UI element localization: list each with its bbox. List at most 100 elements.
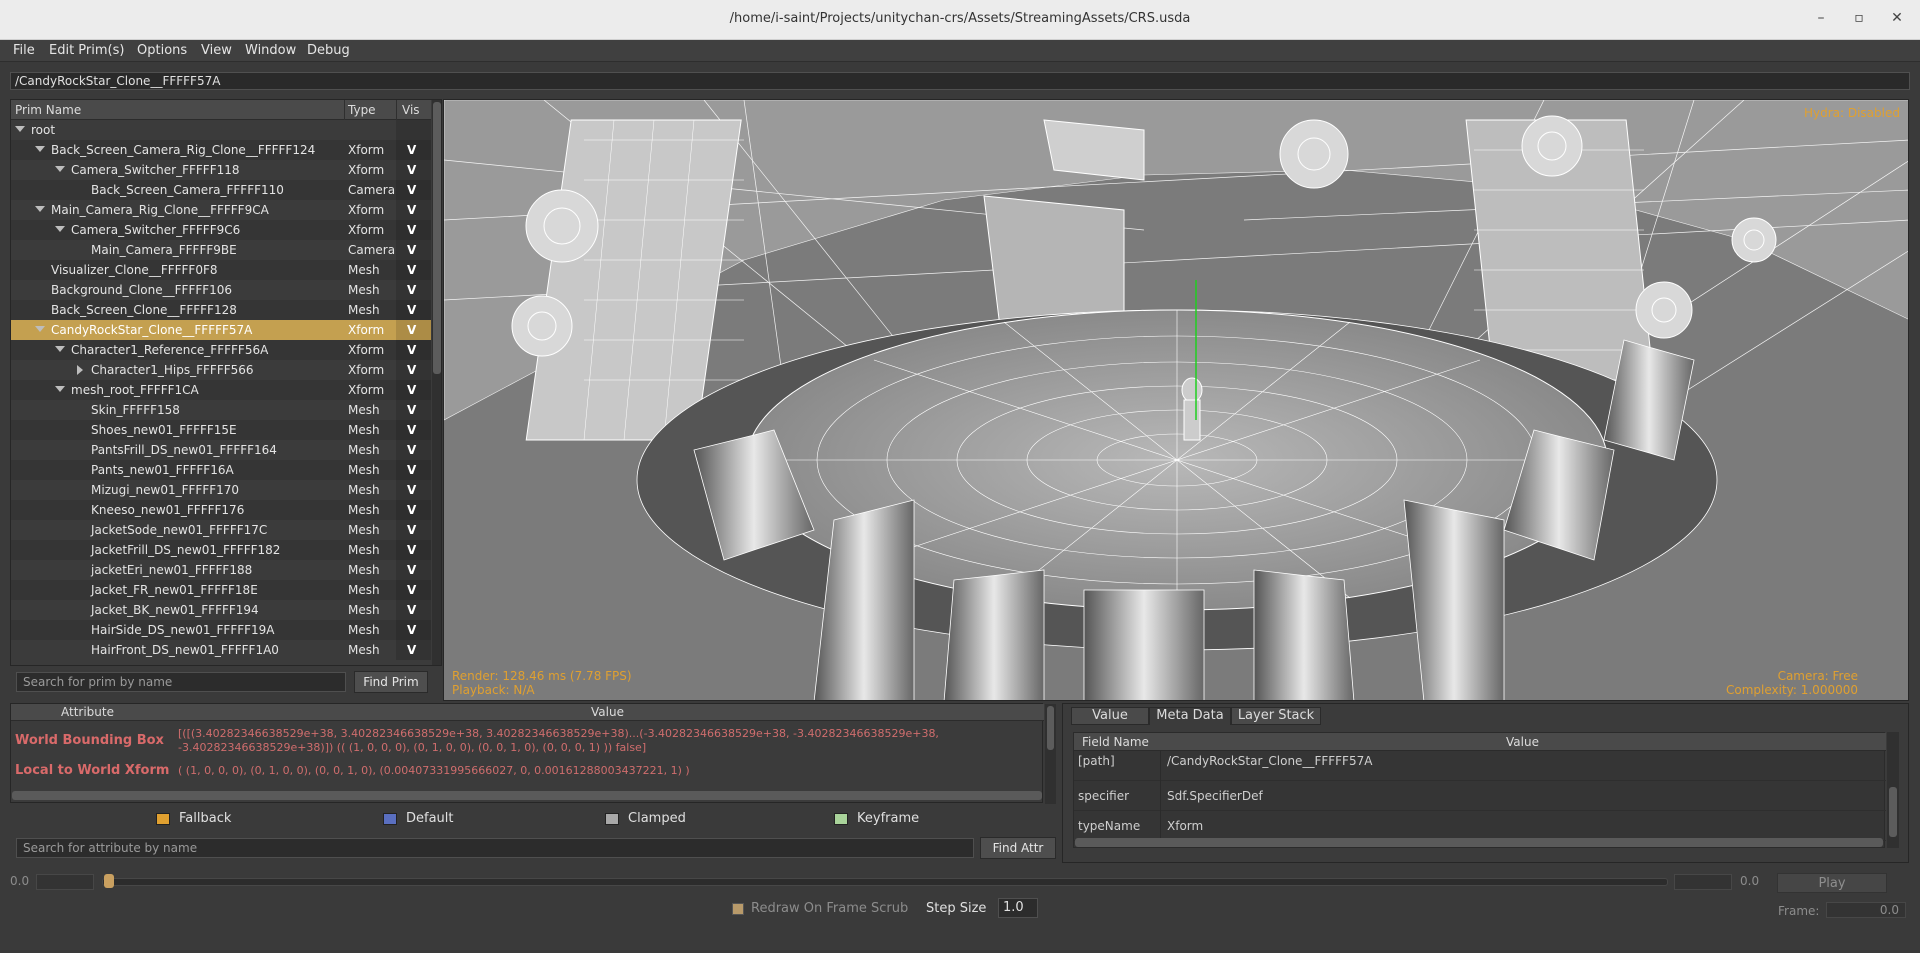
metadata-row[interactable]: [path] /CandyRockStar_Clone__FFFFF57A (1074, 751, 1886, 781)
visibility-toggle[interactable]: V (407, 403, 416, 417)
visibility-toggle[interactable]: V (407, 443, 416, 457)
prim-tree-row[interactable]: Jacket_FR_new01_FFFFF18E Mesh V (11, 580, 431, 600)
prim-tree-row[interactable]: Back_Screen_Camera_Rig_Clone__FFFFF124 Xf… (11, 140, 431, 160)
attribute-search-input[interactable]: Search for attribute by name (16, 838, 974, 858)
maximize-button[interactable]: ▫ (1848, 10, 1870, 30)
visibility-toggle[interactable]: V (407, 643, 416, 657)
visibility-cell[interactable] (396, 120, 431, 140)
prim-tree-scrollbar[interactable] (432, 100, 441, 665)
step-size-field[interactable]: 1.0 (998, 898, 1038, 918)
attribute-row[interactable]: Local to World Xform ( (1, 0, 0, 0), (0,… (11, 760, 1044, 782)
visibility-toggle[interactable]: V (407, 563, 416, 577)
minimize-button[interactable]: – (1810, 10, 1832, 30)
stage-viewport[interactable]: Hydra: Disabled Render: 128.46 ms (7.78 … (443, 99, 1909, 701)
visibility-toggle[interactable]: V (407, 503, 416, 517)
find-attr-button[interactable]: Find Attr (980, 837, 1056, 859)
visibility-toggle[interactable]: V (407, 163, 416, 177)
prim-tree-row[interactable]: jacketEri_new01_FFFFF188 Mesh V (11, 560, 431, 580)
visibility-toggle[interactable]: V (407, 523, 416, 537)
prim-tree-row[interactable]: Main_Camera_Rig_Clone__FFFFF9CA Xform V (11, 200, 431, 220)
prim-tree-row[interactable]: Camera_Switcher_FFFFF118 Xform V (11, 160, 431, 180)
visibility-toggle[interactable]: V (407, 243, 416, 257)
menu-edit-prims[interactable]: Edit Prim(s) (49, 43, 124, 58)
play-button[interactable]: Play (1777, 873, 1887, 893)
collapse-arrow-icon[interactable] (55, 386, 65, 392)
prim-tree-row[interactable]: root (11, 120, 431, 140)
metadata-horizontal-scrollbar[interactable] (1075, 838, 1883, 847)
prim-tree-row[interactable]: PantsFrill_DS_new01_FFFFF164 Mesh V (11, 440, 431, 460)
tab-meta-data[interactable]: Meta Data (1149, 707, 1231, 725)
column-field-name[interactable]: Field Name (1082, 735, 1149, 749)
metadata-row[interactable]: specifier Sdf.SpecifierDef (1074, 781, 1886, 811)
prim-tree-row[interactable]: Kneeso_new01_FFFFF176 Mesh V (11, 500, 431, 520)
prim-tree-row[interactable]: Back_Screen_Clone__FFFFF128 Mesh V (11, 300, 431, 320)
menu-debug[interactable]: Debug (307, 43, 350, 58)
attribute-scrollbar[interactable] (1045, 704, 1056, 804)
collapse-arrow-icon[interactable] (55, 226, 65, 232)
visibility-toggle[interactable]: V (407, 363, 416, 377)
scrollbar-thumb[interactable] (1889, 787, 1897, 837)
scrollbar-thumb[interactable] (433, 102, 441, 374)
tab-layer-stack[interactable]: Layer Stack (1231, 707, 1321, 725)
attribute-row[interactable]: World Bounding Box [([(3.40282346638529e… (11, 726, 1044, 756)
prim-tree-row[interactable]: CandyRockStar_Clone__FFFFF57A Xform V (11, 320, 431, 340)
end-frame-field[interactable] (1674, 874, 1732, 890)
column-prim-name[interactable]: Prim Name (15, 103, 81, 117)
close-button[interactable]: ✕ (1886, 10, 1908, 30)
metadata-scrollbar[interactable] (1887, 732, 1899, 848)
menu-file[interactable]: File (13, 43, 35, 58)
visibility-toggle[interactable]: V (407, 303, 416, 317)
menu-options[interactable]: Options (137, 43, 187, 58)
prim-tree-row[interactable]: Pants_new01_FFFFF16A Mesh V (11, 460, 431, 480)
visibility-toggle[interactable]: V (407, 483, 416, 497)
prim-tree-row[interactable]: Skin_FFFFF158 Mesh V (11, 400, 431, 420)
prim-tree-row[interactable]: HairFront_DS_new01_FFFFF1A0 Mesh V (11, 640, 431, 660)
tab-value[interactable]: Value (1071, 707, 1149, 725)
visibility-toggle[interactable]: V (407, 323, 416, 337)
start-frame-field[interactable] (36, 874, 94, 890)
prim-tree-row[interactable]: JacketFrill_DS_new01_FFFFF182 Mesh V (11, 540, 431, 560)
find-prim-button[interactable]: Find Prim (354, 671, 428, 693)
prim-path-field[interactable]: /CandyRockStar_Clone__FFFFF57A (10, 72, 1910, 90)
prim-tree-row[interactable]: Background_Clone__FFFFF106 Mesh V (11, 280, 431, 300)
visibility-toggle[interactable]: V (407, 583, 416, 597)
visibility-toggle[interactable]: V (407, 603, 416, 617)
visibility-toggle[interactable]: V (407, 383, 416, 397)
prim-tree-row[interactable]: Visualizer_Clone__FFFFF0F8 Mesh V (11, 260, 431, 280)
visibility-toggle[interactable]: V (407, 183, 416, 197)
collapse-arrow-icon[interactable] (55, 346, 65, 352)
prim-tree-row[interactable]: Mizugi_new01_FFFFF170 Mesh V (11, 480, 431, 500)
visibility-toggle[interactable]: V (407, 623, 416, 637)
collapse-arrow-icon[interactable] (15, 126, 25, 132)
prim-tree-row[interactable]: Back_Screen_Camera_FFFFF110 Camera V (11, 180, 431, 200)
visibility-toggle[interactable]: V (407, 223, 416, 237)
visibility-toggle[interactable]: V (407, 143, 416, 157)
column-type[interactable]: Type (348, 103, 376, 117)
frame-field[interactable]: 0.0 (1826, 902, 1906, 918)
column-value[interactable]: Value (591, 705, 624, 719)
collapse-arrow-icon[interactable] (35, 326, 45, 332)
column-vis[interactable]: Vis (402, 103, 420, 117)
timeline-slider[interactable] (102, 878, 1668, 886)
attribute-horizontal-scrollbar[interactable] (12, 791, 1042, 800)
column-attribute[interactable]: Attribute (61, 705, 114, 719)
expand-arrow-icon[interactable] (77, 365, 83, 375)
prim-tree-row[interactable]: Shoes_new01_FFFFF15E Mesh V (11, 420, 431, 440)
visibility-toggle[interactable]: V (407, 283, 416, 297)
redraw-on-frame-scrub-checkbox[interactable] (732, 903, 744, 915)
prim-tree-row[interactable]: Main_Camera_FFFFF9BE Camera V (11, 240, 431, 260)
collapse-arrow-icon[interactable] (35, 206, 45, 212)
prim-tree-row[interactable]: HairSide_DS_new01_FFFFF19A Mesh V (11, 620, 431, 640)
metadata-row[interactable]: typeName Xform (1074, 811, 1886, 841)
column-value[interactable]: Value (1506, 735, 1539, 749)
visibility-toggle[interactable]: V (407, 423, 416, 437)
visibility-toggle[interactable]: V (407, 543, 416, 557)
menu-view[interactable]: View (201, 43, 232, 58)
visibility-toggle[interactable]: V (407, 263, 416, 277)
visibility-toggle[interactable]: V (407, 463, 416, 477)
visibility-toggle[interactable]: V (407, 203, 416, 217)
prim-tree-row[interactable]: Character1_Reference_FFFFF56A Xform V (11, 340, 431, 360)
prim-tree-row[interactable]: Character1_Hips_FFFFF566 Xform V (11, 360, 431, 380)
prim-tree-row[interactable]: Jacket_BK_new01_FFFFF194 Mesh V (11, 600, 431, 620)
timeline-slider-handle[interactable] (104, 874, 114, 888)
